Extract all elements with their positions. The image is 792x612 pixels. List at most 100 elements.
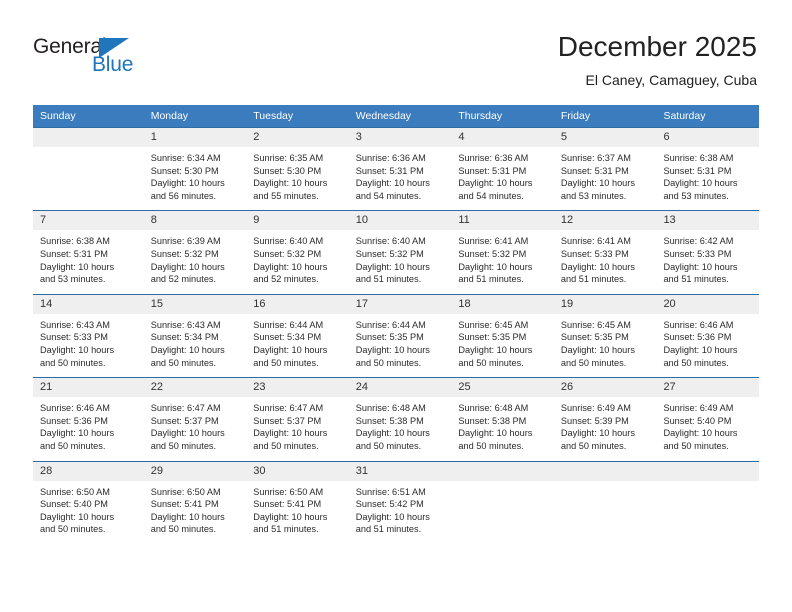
day-details: Sunrise: 6:45 AM Sunset: 5:35 PM Dayligh… [451, 314, 554, 377]
day-number: 14 [33, 294, 144, 314]
sunrise-line: Sunrise: 6:45 AM [560, 319, 631, 330]
calendar-day-cell[interactable]: 29 Sunrise: 6:50 AM Sunset: 5:41 PM Dayl… [143, 460, 247, 544]
calendar-day-cell[interactable]: 7 Sunrise: 6:38 AM Sunset: 5:31 PM Dayli… [33, 210, 144, 295]
day-number: 20 [656, 294, 759, 314]
calendar-day-cell[interactable]: 15 Sunrise: 6:43 AM Sunset: 5:34 PM Dayl… [143, 293, 247, 378]
day-number: 5 [553, 128, 657, 147]
sunrise-line: Sunrise: 6:40 AM [355, 236, 426, 247]
day-details: Sunrise: 6:48 AM Sunset: 5:38 PM Dayligh… [349, 397, 452, 460]
sunset-line: Sunset: 5:41 PM [150, 499, 219, 510]
sunrise-line: Sunrise: 6:50 AM [253, 486, 324, 497]
calendar-day-cell[interactable]: 28 Sunrise: 6:50 AM Sunset: 5:40 PM Dayl… [33, 460, 144, 544]
daylight-line-1: Daylight: 10 hours [560, 428, 635, 439]
calendar-day-cell[interactable]: 23 Sunrise: 6:47 AM Sunset: 5:37 PM Dayl… [246, 377, 349, 461]
daylight-line-1: Daylight: 10 hours [458, 178, 533, 189]
calendar-day-cell[interactable]: 11 Sunrise: 6:41 AM Sunset: 5:32 PM Dayl… [451, 210, 554, 295]
calendar-day-cell[interactable] [656, 460, 759, 544]
calendar-day-cell[interactable] [451, 460, 554, 544]
sunset-line: Sunset: 5:38 PM [458, 415, 527, 426]
day-number: 26 [553, 378, 657, 398]
sunrise-line: Sunrise: 6:40 AM [253, 236, 324, 247]
sunset-line: Sunset: 5:37 PM [253, 415, 322, 426]
sunrise-line: Sunrise: 6:42 AM [663, 236, 734, 247]
day-details: Sunrise: 6:46 AM Sunset: 5:36 PM Dayligh… [656, 314, 759, 377]
calendar-day-cell[interactable]: 14 Sunrise: 6:43 AM Sunset: 5:33 PM Dayl… [33, 293, 144, 378]
calendar-day-cell[interactable]: 2 Sunrise: 6:35 AM Sunset: 5:30 PM Dayli… [246, 126, 349, 211]
daylight-line-1: Daylight: 10 hours [458, 428, 533, 439]
day-details: Sunrise: 6:47 AM Sunset: 5:37 PM Dayligh… [246, 397, 349, 460]
sunrise-line: Sunrise: 6:37 AM [560, 153, 631, 163]
calendar-day-cell[interactable]: 25 Sunrise: 6:48 AM Sunset: 5:38 PM Dayl… [451, 377, 554, 461]
calendar-day-cell[interactable] [33, 126, 144, 211]
day-number: 3 [348, 128, 452, 147]
sunset-line: Sunset: 5:32 PM [150, 248, 219, 259]
calendar-day-cell[interactable]: 31 Sunrise: 6:51 AM Sunset: 5:42 PM Dayl… [348, 460, 452, 544]
sunrise-line: Sunrise: 6:44 AM [253, 319, 324, 330]
sunrise-line: Sunrise: 6:43 AM [40, 319, 110, 330]
calendar-day-cell[interactable]: 27 Sunrise: 6:49 AM Sunset: 5:40 PM Dayl… [656, 377, 759, 461]
day-number: 22 [143, 378, 247, 398]
day-number: 1 [143, 128, 247, 147]
daylight-line-2: and 54 minutes. [458, 190, 524, 201]
calendar-day-cell[interactable]: 26 Sunrise: 6:49 AM Sunset: 5:39 PM Dayl… [553, 377, 657, 461]
day-number: 30 [246, 461, 349, 481]
day-details: Sunrise: 6:40 AM Sunset: 5:32 PM Dayligh… [246, 230, 349, 293]
sunrise-line: Sunrise: 6:47 AM [253, 403, 324, 414]
day-details: Sunrise: 6:51 AM Sunset: 5:42 PM Dayligh… [349, 481, 452, 544]
daylight-line-1: Daylight: 10 hours [40, 261, 115, 272]
calendar-day-cell[interactable]: 10 Sunrise: 6:40 AM Sunset: 5:32 PM Dayl… [348, 210, 452, 295]
daylight-line-1: Daylight: 10 hours [663, 428, 738, 439]
calendar-day-cell[interactable]: 9 Sunrise: 6:40 AM Sunset: 5:32 PM Dayli… [246, 210, 349, 295]
calendar-day-cell[interactable]: 21 Sunrise: 6:46 AM Sunset: 5:36 PM Dayl… [33, 377, 144, 461]
sunset-line: Sunset: 5:36 PM [40, 415, 108, 426]
daylight-line-2: and 50 minutes. [355, 357, 422, 368]
daylight-line-2: and 50 minutes. [560, 357, 627, 368]
day-details: Sunrise: 6:49 AM Sunset: 5:39 PM Dayligh… [554, 397, 657, 460]
calendar-day-cell[interactable]: 17 Sunrise: 6:44 AM Sunset: 5:35 PM Dayl… [348, 293, 452, 378]
day-number: 13 [656, 211, 759, 231]
day-number: 6 [656, 128, 759, 147]
sunrise-line: Sunrise: 6:48 AM [355, 403, 426, 414]
general-blue-logo[interactable]: General Blue [33, 36, 193, 84]
daylight-line-2: and 56 minutes. [150, 190, 217, 201]
calendar-day-cell[interactable]: 5 Sunrise: 6:37 AM Sunset: 5:31 PM Dayli… [553, 126, 657, 211]
day-details [451, 481, 554, 540]
calendar-day-cell[interactable]: 16 Sunrise: 6:44 AM Sunset: 5:34 PM Dayl… [246, 293, 349, 378]
daylight-line-1: Daylight: 10 hours [458, 261, 533, 272]
daylight-line-2: and 52 minutes. [253, 274, 319, 285]
day-number [451, 461, 554, 481]
sunset-line: Sunset: 5:33 PM [40, 332, 108, 343]
weekday-header-saturday: Saturday [656, 105, 759, 128]
sunset-line: Sunset: 5:34 PM [150, 332, 219, 343]
calendar-day-cell[interactable]: 12 Sunrise: 6:41 AM Sunset: 5:33 PM Dayl… [553, 210, 657, 295]
calendar-day-cell[interactable]: 4 Sunrise: 6:36 AM Sunset: 5:31 PM Dayli… [451, 126, 554, 211]
sunset-line: Sunset: 5:39 PM [560, 415, 629, 426]
calendar-week-row: 1 Sunrise: 6:34 AM Sunset: 5:30 PM Dayli… [33, 126, 759, 211]
sunset-line: Sunset: 5:38 PM [355, 415, 424, 426]
calendar-day-cell[interactable]: 24 Sunrise: 6:48 AM Sunset: 5:38 PM Dayl… [348, 377, 452, 461]
calendar-day-cell[interactable]: 3 Sunrise: 6:36 AM Sunset: 5:31 PM Dayli… [348, 126, 452, 211]
daylight-line-2: and 50 minutes. [40, 524, 106, 535]
calendar-day-cell[interactable]: 30 Sunrise: 6:50 AM Sunset: 5:41 PM Dayl… [246, 460, 349, 544]
calendar-day-cell[interactable]: 22 Sunrise: 6:47 AM Sunset: 5:37 PM Dayl… [143, 377, 247, 461]
sunrise-line: Sunrise: 6:51 AM [355, 486, 426, 497]
calendar-day-cell[interactable]: 19 Sunrise: 6:45 AM Sunset: 5:35 PM Dayl… [553, 293, 657, 378]
daylight-line-1: Daylight: 10 hours [560, 178, 635, 189]
day-number: 10 [348, 211, 452, 231]
calendar-week-row: 14 Sunrise: 6:43 AM Sunset: 5:33 PM Dayl… [33, 293, 759, 378]
sunrise-line: Sunrise: 6:46 AM [40, 403, 110, 414]
calendar-day-cell[interactable]: 20 Sunrise: 6:46 AM Sunset: 5:36 PM Dayl… [656, 293, 759, 378]
calendar-day-cell[interactable]: 6 Sunrise: 6:38 AM Sunset: 5:31 PM Dayli… [656, 126, 759, 211]
sunset-line: Sunset: 5:32 PM [355, 248, 424, 259]
day-details [554, 481, 657, 540]
calendar-day-cell[interactable]: 8 Sunrise: 6:39 AM Sunset: 5:32 PM Dayli… [143, 210, 247, 295]
calendar-day-cell[interactable]: 1 Sunrise: 6:34 AM Sunset: 5:30 PM Dayli… [143, 126, 247, 211]
day-details: Sunrise: 6:39 AM Sunset: 5:32 PM Dayligh… [144, 230, 247, 293]
calendar-day-cell[interactable]: 13 Sunrise: 6:42 AM Sunset: 5:33 PM Dayl… [656, 210, 759, 295]
day-number: 7 [33, 211, 144, 231]
day-number: 9 [246, 211, 349, 231]
daylight-line-1: Daylight: 10 hours [663, 344, 738, 355]
sunrise-line: Sunrise: 6:49 AM [560, 403, 631, 414]
calendar-day-cell[interactable] [553, 460, 657, 544]
calendar-day-cell[interactable]: 18 Sunrise: 6:45 AM Sunset: 5:35 PM Dayl… [451, 293, 554, 378]
